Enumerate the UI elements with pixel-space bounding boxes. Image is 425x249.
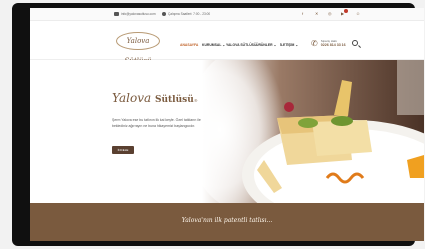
site-header: Yalova Sütlüsü ANASAYFA KURUMSAL ⌄ YALOV… [30,21,424,65]
tagline-band: Yalova'nın ilk patentli tatlısı... [30,203,424,241]
search-icon[interactable] [352,40,358,46]
hero-slider: Yalova Sütlüsü® Şerm Yalova ese bu tatlı… [30,60,424,203]
monitor-frame: info@yalovasutlusu.com Çalışma Saatleri:… [12,3,424,246]
brand-bold: Sütlüsü [154,95,194,105]
nav-yalova-sutlusu[interactable]: YALOVA SÜTLÜSÜ [226,43,256,47]
facebook-icon[interactable]: f [302,11,303,17]
instagram-icon[interactable]: ◎ [328,11,332,17]
phone-number: 0226 814 33 16 [320,43,346,47]
nav-corporate[interactable]: KURUMSAL ⌄ [202,43,225,47]
registered-mark: ® [193,98,198,103]
hours-text: Çalışma Saatleri: 7:00 - 23:00 [168,12,211,16]
tagline-text: Yalova'nın ilk patentli tatlısı... [181,217,273,224]
nav-home[interactable]: ANASAYFA [180,43,198,47]
email-link[interactable]: info@yalovasutlusu.com [114,10,156,18]
user-icon[interactable]: ☺ [356,11,360,17]
brand-script: Yalova [112,91,152,105]
logo-text: Yalova Sütlüsü [125,37,152,65]
phone-icon: ✆ [311,38,318,48]
hero-description: Şerm Yalova ese bu tatlının ilk kai keşf… [112,118,201,128]
email-text: info@yalovasutlusu.com [121,12,156,16]
site-logo[interactable]: Yalova Sütlüsü [114,31,162,65]
working-hours: Çalışma Saatleri: 7:00 - 23:00 [162,10,210,18]
hero-brand-logo: Yalova Sütlüsü® [112,91,198,105]
dessert-photo [202,60,424,203]
mail-icon [114,12,119,16]
nav-contact[interactable]: İLETİŞİM ⌄ [280,43,298,47]
notification-badge [344,9,348,13]
clock-icon [162,12,166,16]
order-hotline[interactable]: ✆ Sipariş Hattı 0226 814 33 16 [311,39,346,48]
website-screen: info@yalovasutlusu.com Çalışma Saatleri:… [30,8,424,241]
top-info-bar: info@yalovasutlusu.com Çalışma Saatleri:… [30,8,424,21]
twitter-icon[interactable]: ✕ [315,11,318,17]
explore-button[interactable]: İNCELE [112,146,134,154]
nav-products[interactable]: ÜRÜNLER ⌄ [256,43,276,47]
